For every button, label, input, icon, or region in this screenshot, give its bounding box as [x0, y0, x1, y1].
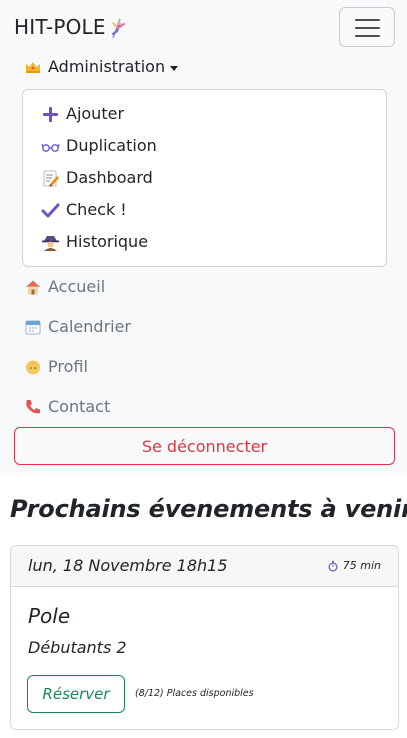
- crown-icon: [26, 62, 40, 73]
- menu-toggle-button[interactable]: [339, 7, 395, 47]
- house-icon: [26, 280, 40, 295]
- hamburger-icon: [355, 35, 380, 37]
- dropdown-item-label: Ajouter: [66, 104, 125, 123]
- calendar-icon: [25, 320, 41, 335]
- caret-down-icon: [170, 65, 179, 71]
- dropdown-item-ajouter[interactable]: Ajouter: [41, 103, 124, 125]
- detective-icon: [42, 235, 59, 251]
- dropdown-item-check[interactable]: Check !: [41, 199, 127, 221]
- nav-link-profil[interactable]: Profil: [24, 356, 88, 378]
- dropdown-item-label: Historique: [66, 232, 149, 251]
- nav-link-label: Calendrier: [48, 317, 132, 336]
- nav-link-contact[interactable]: Contact: [24, 396, 110, 418]
- pole-dancer-icon: [111, 18, 125, 39]
- dropdown-item-label: Duplication: [66, 136, 157, 155]
- memo-icon: [43, 170, 59, 186]
- reserve-button[interactable]: Réserver: [27, 675, 125, 713]
- brand-logo[interactable]: HIT-POLE: [14, 14, 131, 40]
- hamburger-icon: [355, 27, 380, 29]
- event-date: lun, 18 Novembre 18h15: [28, 556, 228, 575]
- event-duration-text: 75 min: [342, 559, 381, 572]
- person-icon: [26, 360, 40, 375]
- check-icon: [41, 203, 60, 217]
- event-card: lun, 18 Novembre 18h15 75 min Pole Début…: [10, 545, 399, 730]
- stopwatch-icon: [328, 560, 338, 572]
- hamburger-icon: [355, 19, 380, 21]
- dropdown-item-label: Dashboard: [66, 168, 153, 187]
- nav-link-label: Profil: [48, 357, 88, 376]
- nav-link-label: Accueil: [48, 277, 106, 296]
- nav-administration-dropdown[interactable]: Administration: [24, 56, 179, 78]
- administration-dropdown-menu: Ajouter Duplication Dashboard Check ! Hi…: [22, 89, 387, 267]
- dropdown-item-duplication[interactable]: Duplication: [41, 135, 157, 157]
- dropdown-item-label: Check !: [66, 200, 127, 219]
- brand-name: HIT-POLE: [14, 15, 106, 39]
- nav-link-calendrier[interactable]: Calendrier: [24, 316, 131, 338]
- glasses-icon: [41, 143, 60, 152]
- event-level: Débutants 2: [28, 638, 127, 657]
- event-title: Pole: [28, 604, 71, 628]
- event-duration: 75 min: [327, 559, 381, 573]
- navbar: HIT-POLE Administration Ajouter Duplicat…: [0, 0, 407, 473]
- logout-button[interactable]: Se déconnecter: [14, 427, 395, 465]
- places-available-text: (8/12) Places disponibles: [135, 688, 254, 699]
- nav-link-accueil[interactable]: Accueil: [24, 276, 105, 298]
- dropdown-item-dashboard[interactable]: Dashboard: [41, 167, 153, 189]
- upcoming-events-heading: Prochains évenements à venir:: [10, 495, 407, 523]
- phone-icon: [26, 400, 40, 414]
- dropdown-item-historique[interactable]: Historique: [41, 231, 148, 253]
- event-card-header: lun, 18 Novembre 18h15 75 min: [11, 546, 398, 587]
- plus-icon: [43, 106, 58, 122]
- nav-administration-label: Administration: [48, 57, 166, 76]
- nav-link-label: Contact: [48, 397, 111, 416]
